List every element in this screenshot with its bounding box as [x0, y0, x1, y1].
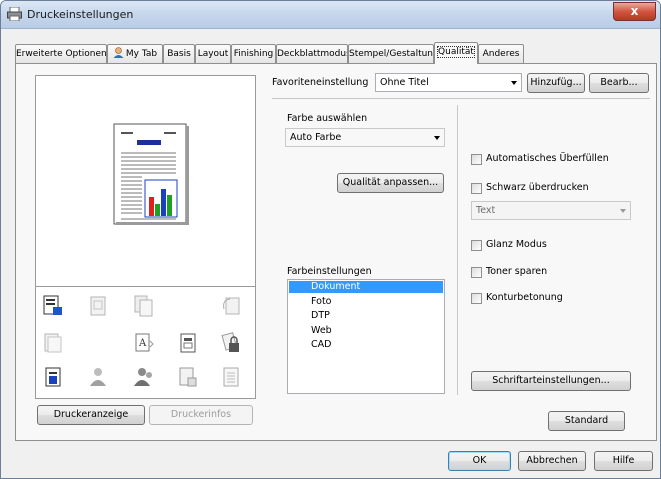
tab-basis[interactable]: Basis — [163, 44, 195, 63]
overprint-mode-value: Text — [476, 205, 496, 216]
list-item-cad[interactable]: CAD — [289, 339, 443, 351]
color-settings-label: Farbeinstellungen — [287, 266, 372, 277]
edit-favorite-button[interactable]: Bearb... — [589, 73, 649, 93]
printer-icon — [7, 7, 22, 21]
color-select-value: Auto Farbe — [290, 132, 342, 143]
auto-trapping-label: Automatisches Überfüllen — [486, 153, 609, 164]
rotate-page-icon — [223, 297, 240, 315]
tab-erweiterte-optionen[interactable]: Erweiterte Optionen — [15, 44, 107, 63]
toner-save-label: Toner sparen — [486, 266, 548, 277]
dropdown-arrow-icon — [434, 136, 440, 140]
tab-deckblattmodus[interactable]: Deckblattmodus — [276, 44, 348, 63]
secure-print-icon — [221, 332, 239, 352]
edge-enhance-label: Konturbetonung — [486, 292, 563, 303]
color-print-icon — [43, 295, 62, 315]
auto-trapping-checkbox[interactable] — [471, 154, 482, 165]
toner-save-checkbox[interactable] — [471, 267, 482, 278]
tab-layout[interactable]: Layout — [195, 44, 231, 63]
tab-anderes[interactable]: Anderes — [478, 44, 524, 63]
dropdown-arrow-icon — [620, 209, 626, 213]
user-icon — [113, 47, 124, 58]
dropdown-arrow-icon — [511, 81, 517, 85]
adjust-quality-button[interactable]: Qualität anpassen... — [337, 173, 444, 193]
print-settings-dialog: Druckeinstellungen x Erweiterte Optionen… — [0, 0, 661, 479]
ok-button[interactable]: OK — [448, 451, 511, 471]
add-favorite-button[interactable]: Hinzufüg... — [527, 73, 585, 93]
window-title: Druckeinstellungen — [27, 8, 134, 21]
list-item-dokument[interactable]: Dokument — [289, 281, 443, 293]
help-button[interactable]: Hilfe — [594, 451, 653, 471]
cancel-button[interactable]: Abbrechen — [518, 451, 586, 471]
document-preview-icon — [113, 123, 189, 225]
gloss-mode-checkbox[interactable] — [471, 240, 482, 251]
close-button[interactable]: x — [613, 2, 656, 21]
header-separator — [272, 98, 650, 99]
close-icon: x — [630, 4, 639, 18]
favorites-select[interactable]: Ohne Titel — [375, 73, 522, 92]
user-auth-icon — [90, 368, 106, 386]
tab-strip: Erweiterte Optionen My Tab Basis Layout … — [15, 42, 655, 64]
function-icon-panel: A — [35, 287, 256, 399]
text-page-icon: A — [135, 333, 154, 352]
black-overprint-checkbox[interactable] — [471, 183, 482, 194]
account-track-icon — [134, 368, 152, 386]
tab-finishing[interactable]: Finishing — [231, 44, 276, 63]
page-stack-icon — [44, 333, 62, 353]
gray-document-icon — [90, 296, 106, 316]
text-document-icon — [223, 367, 239, 387]
color-select[interactable]: Auto Farbe — [285, 128, 445, 147]
gloss-mode-label: Glanz Modus — [486, 239, 547, 250]
list-item-dtp[interactable]: DTP — [289, 310, 443, 322]
copy-pages-icon — [134, 295, 153, 317]
tab-qualitaet[interactable]: Qualität — [434, 42, 478, 64]
favorites-label: Favoriteneinstellung — [272, 77, 369, 88]
black-overprint-label: Schwarz überdrucken — [486, 182, 589, 193]
page-preview — [35, 75, 256, 287]
printer-info-button[interactable]: Druckerinfos — [149, 405, 253, 425]
edge-enhance-checkbox[interactable] — [471, 293, 482, 304]
tab-my-tab[interactable]: My Tab — [107, 44, 163, 63]
stamp-page-icon — [179, 367, 197, 387]
font-settings-button[interactable]: Schriftarteinstellungen... — [471, 371, 631, 391]
favorites-value: Ohne Titel — [380, 77, 429, 88]
title-bar[interactable]: Druckeinstellungen x — [1, 1, 660, 29]
tab-stempel-gestaltung[interactable]: Stempel/Gestaltung — [348, 44, 434, 63]
svg-text:A: A — [138, 338, 147, 349]
standard-button[interactable]: Standard — [548, 411, 625, 431]
printer-view-button[interactable]: Druckeranzeige — [37, 405, 145, 425]
color-select-label: Farbe auswählen — [287, 113, 368, 124]
print-quality-icon — [45, 367, 61, 387]
column-separator — [457, 105, 458, 395]
booklet-icon — [180, 333, 196, 353]
color-settings-list[interactable]: Dokument Foto DTP Web CAD — [287, 279, 445, 394]
overprint-mode-select[interactable]: Text — [471, 201, 631, 220]
list-item-web[interactable]: Web — [289, 325, 443, 337]
list-item-foto[interactable]: Foto — [289, 296, 443, 308]
